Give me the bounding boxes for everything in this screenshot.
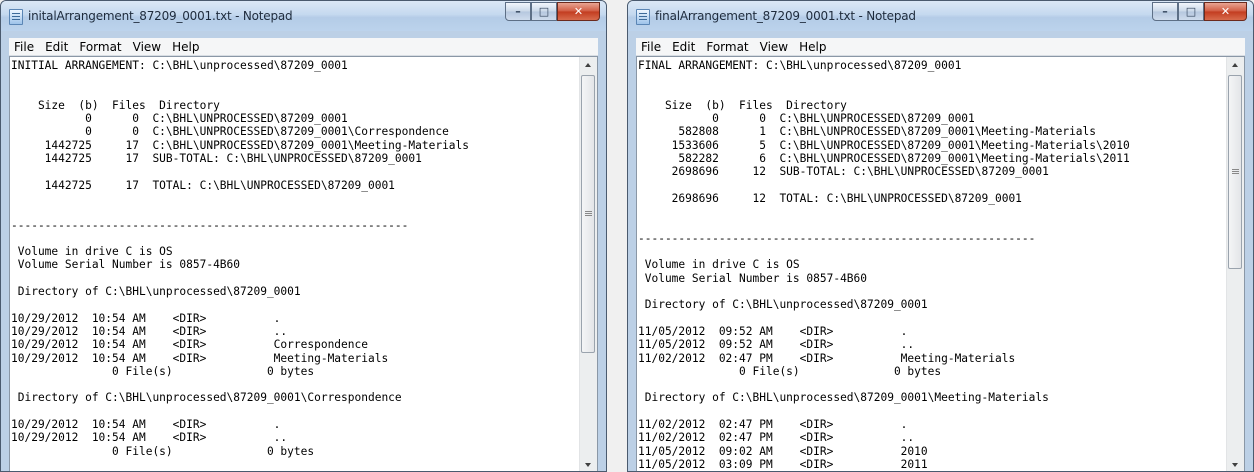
- minimize-button[interactable]: –: [505, 2, 531, 21]
- maximize-button[interactable]: □: [1178, 2, 1204, 21]
- window-title: finalArrangement_87209_0001.txt - Notepa…: [655, 9, 916, 23]
- grip-icon: [1232, 169, 1239, 175]
- scroll-down-icon[interactable]: [1232, 463, 1238, 467]
- window-controls: – □ ✕: [505, 2, 600, 21]
- window-title: initalArrangement_87209_0001.txt - Notep…: [28, 9, 293, 23]
- text-content[interactable]: INITIAL ARRANGEMENT: C:\BHL\unprocessed\…: [10, 57, 579, 471]
- scroll-thumb[interactable]: [1228, 75, 1242, 269]
- minimize-button[interactable]: –: [1152, 2, 1178, 21]
- scroll-up-icon[interactable]: [1232, 63, 1238, 67]
- text-content[interactable]: FINAL ARRANGEMENT: C:\BHL\unprocessed\87…: [637, 57, 1226, 471]
- vertical-scrollbar[interactable]: [1226, 57, 1244, 471]
- notepad-window-initial[interactable]: initalArrangement_87209_0001.txt - Notep…: [0, 0, 607, 472]
- title-bar[interactable]: finalArrangement_87209_0001.txt - Notepa…: [628, 1, 1253, 31]
- menu-edit[interactable]: Edit: [40, 40, 74, 54]
- menu-format[interactable]: Format: [74, 40, 127, 54]
- menu-view[interactable]: View: [755, 40, 794, 54]
- scroll-up-icon[interactable]: [585, 63, 591, 67]
- vertical-scrollbar[interactable]: [579, 57, 597, 471]
- notepad-icon[interactable]: [9, 9, 23, 25]
- menu-edit[interactable]: Edit: [667, 40, 701, 54]
- menu-bar: File Edit Format View Help: [636, 38, 1245, 56]
- notepad-window-final[interactable]: finalArrangement_87209_0001.txt - Notepa…: [627, 0, 1254, 472]
- menu-help[interactable]: Help: [794, 40, 832, 54]
- menu-format[interactable]: Format: [701, 40, 754, 54]
- menu-file[interactable]: File: [9, 40, 40, 54]
- title-bar[interactable]: initalArrangement_87209_0001.txt - Notep…: [1, 1, 606, 31]
- notepad-icon[interactable]: [636, 9, 650, 25]
- scroll-thumb[interactable]: [581, 75, 595, 353]
- menu-view[interactable]: View: [128, 40, 167, 54]
- grip-icon: [585, 211, 592, 217]
- menu-file[interactable]: File: [636, 40, 667, 54]
- window-controls: – □ ✕: [1152, 2, 1247, 21]
- scroll-down-icon[interactable]: [585, 463, 591, 467]
- menu-help[interactable]: Help: [167, 40, 205, 54]
- menu-bar: File Edit Format View Help: [9, 38, 598, 56]
- maximize-button[interactable]: □: [531, 2, 557, 21]
- close-button[interactable]: ✕: [557, 2, 600, 21]
- close-button[interactable]: ✕: [1204, 2, 1247, 21]
- text-area-container: INITIAL ARRANGEMENT: C:\BHL\unprocessed\…: [9, 56, 598, 471]
- text-area-container: FINAL ARRANGEMENT: C:\BHL\unprocessed\87…: [636, 56, 1245, 471]
